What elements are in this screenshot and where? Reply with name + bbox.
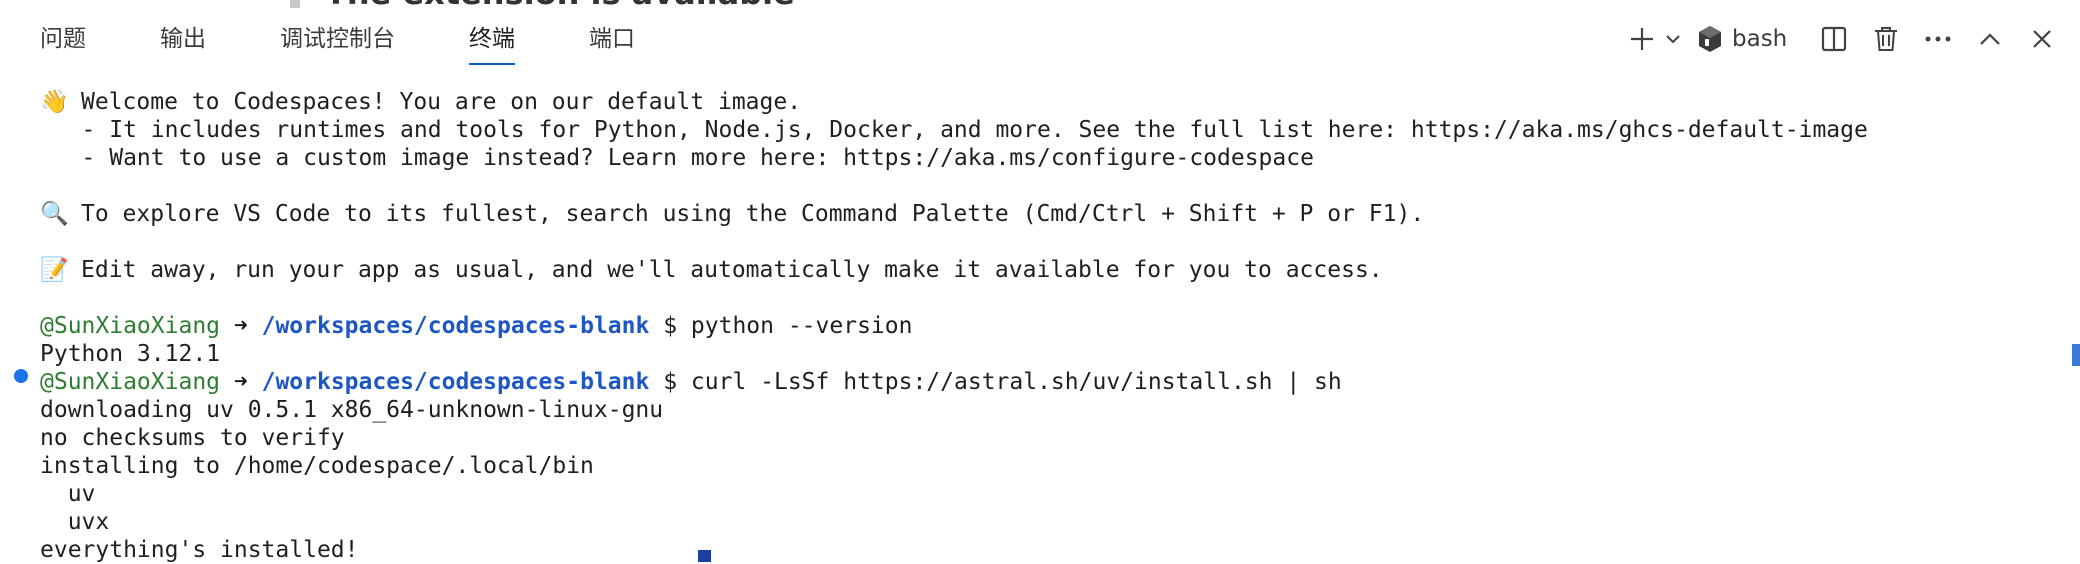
prompt-path: /workspaces/codespaces-blank <box>261 369 650 395</box>
terminal-dropdown-button[interactable] <box>1660 10 1686 68</box>
shell-selector[interactable]: bash <box>1696 10 1808 68</box>
background-editor-text: The extension is available <box>325 0 795 8</box>
tab-terminal[interactable]: 终端 <box>453 10 531 68</box>
terminal-line-edit: 📝 Edit away, run your app as usual, and w… <box>40 257 1383 283</box>
tab-ports[interactable]: 端口 <box>573 10 651 68</box>
terminal-prompt-line: @SunXiaoXiang ➜ /workspaces/codespaces-b… <box>40 368 1342 396</box>
kill-terminal-button[interactable] <box>1860 10 1912 68</box>
terminal-line: no checksums to verify <box>40 425 345 451</box>
terminal-line: installing to /home/codespace/.local/bin <box>40 453 594 479</box>
prompt-user: @SunXiaoXiang <box>40 313 221 339</box>
new-terminal-button[interactable] <box>1624 10 1660 68</box>
terminal-line: uv <box>40 481 96 507</box>
tab-problems[interactable]: 问题 <box>24 10 102 68</box>
prompt-arrow: ➜ <box>233 369 248 395</box>
magnifier-icon: 🔍 <box>40 201 69 227</box>
terminal-line: Python 3.12.1 <box>40 341 221 367</box>
terminal-output[interactable]: 👋 Welcome to Codespaces! You are on our d… <box>0 70 2040 563</box>
chevron-up-icon <box>1980 33 2000 45</box>
prompt-path: /workspaces/codespaces-blank <box>261 313 650 339</box>
terminal-line: downloading uv 0.5.1 x86_64-unknown-linu… <box>40 397 664 423</box>
command-text: python --version <box>690 313 913 339</box>
command-text: curl -LsSf https://astral.sh/uv/install.… <box>690 369 1342 395</box>
close-icon <box>2033 30 2051 48</box>
background-editor-clip: The extension is available <box>0 0 2080 8</box>
terminal-line: - Want to use a custom image instead? Le… <box>40 145 1314 171</box>
close-panel-button[interactable] <box>2016 10 2068 68</box>
split-terminal-button[interactable] <box>1808 10 1860 68</box>
split-icon <box>1821 26 1847 52</box>
prompt-arrow: ➜ <box>233 313 248 339</box>
prompt-user: @SunXiaoXiang <box>40 369 221 395</box>
terminal-line: everything's installed! <box>40 537 359 563</box>
terminal-line: - It includes runtimes and tools for Pyt… <box>40 117 1868 143</box>
shell-icon <box>1699 26 1721 52</box>
command-decoration[interactable] <box>14 369 28 383</box>
terminal-cursor <box>698 550 711 562</box>
tab-output[interactable]: 输出 <box>144 10 222 68</box>
tab-debug-console[interactable]: 调试控制台 <box>264 10 411 68</box>
plus-icon <box>1631 28 1653 50</box>
terminal-line-explore: 🔍 To explore VS Code to its fullest, sear… <box>40 201 1425 227</box>
chevron-down-icon <box>1666 35 1680 44</box>
editor-border <box>290 0 300 8</box>
terminal-line: uvx <box>40 509 110 535</box>
terminal-line-welcome: 👋 Welcome to Codespaces! You are on our d… <box>40 89 802 115</box>
trash-icon <box>1875 27 1897 51</box>
shell-label: bash <box>1732 26 1788 52</box>
memo-icon: 📝 <box>40 257 69 283</box>
panel-tabs: 问题 输出 调试控制台 终端 端口 <box>24 10 693 68</box>
terminal-scrollbar[interactable] <box>2040 70 2080 556</box>
prompt-symbol: $ <box>663 313 678 339</box>
scroll-position-marker <box>2072 344 2080 366</box>
terminal-actions: bash <box>1624 10 2068 68</box>
panel-header: 问题 输出 调试控制台 终端 端口 bash <box>0 10 2080 68</box>
more-actions-button[interactable] <box>1912 10 1964 68</box>
waving-hand-icon: 👋 <box>40 89 69 115</box>
ellipsis-icon <box>1925 36 1951 42</box>
terminal-prompt-line: @SunXiaoXiang ➜ /workspaces/codespaces-b… <box>40 312 912 340</box>
maximize-panel-button[interactable] <box>1964 10 2016 68</box>
prompt-symbol: $ <box>663 369 678 395</box>
